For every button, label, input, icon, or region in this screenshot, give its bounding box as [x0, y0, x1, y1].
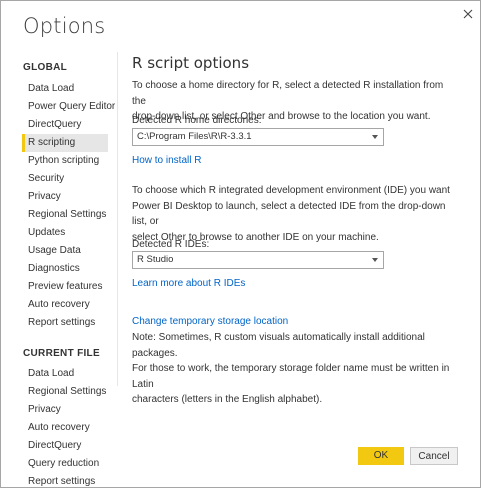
sidebar-item-file-data-load[interactable]: Data Load	[22, 365, 108, 383]
home-directory-label: Detected R home directories:	[132, 115, 262, 126]
section-header-global: GLOBAL	[23, 62, 68, 73]
sidebar-item-usage-data[interactable]: Usage Data	[22, 242, 108, 260]
ide-line: To choose which R integrated development…	[132, 185, 450, 196]
cancel-button[interactable]: Cancel	[410, 447, 458, 465]
sidebar-item-python-scripting[interactable]: Python scripting	[22, 152, 108, 170]
dialog-title: Options	[23, 14, 106, 38]
sidebar-item-report-settings[interactable]: Report settings	[22, 314, 108, 332]
learn-more-r-ides-link[interactable]: Learn more about R IDEs	[132, 278, 245, 289]
sidebar-item-power-query-editor[interactable]: Power Query Editor	[22, 98, 115, 116]
sidebar-item-diagnostics[interactable]: Diagnostics	[22, 260, 108, 278]
sidebar-item-security[interactable]: Security	[22, 170, 108, 188]
ide-text: To choose which R integrated development…	[132, 183, 452, 245]
sidebar-item-directquery[interactable]: DirectQuery	[22, 116, 108, 134]
sidebar-item-file-auto-recovery[interactable]: Auto recovery	[22, 419, 108, 437]
ide-dropdown[interactable]: R Studio	[132, 251, 384, 269]
chevron-down-icon	[372, 258, 378, 262]
sidebar-item-r-scripting[interactable]: R scripting	[22, 134, 108, 152]
sidebar-item-file-privacy[interactable]: Privacy	[22, 401, 108, 419]
note-line: For those to work, the temporary storage…	[132, 363, 450, 390]
close-icon	[463, 9, 473, 19]
ok-button[interactable]: OK	[358, 447, 404, 465]
home-directory-dropdown[interactable]: C:\Program Files\R\R-3.3.1	[132, 128, 384, 146]
sidebar-divider	[117, 52, 118, 386]
note-line: characters (letters in the English alpha…	[132, 394, 323, 405]
sidebar-item-file-regional-settings[interactable]: Regional Settings	[22, 383, 108, 401]
how-to-install-r-link[interactable]: How to install R	[132, 155, 201, 166]
sidebar-item-data-load[interactable]: Data Load	[22, 80, 108, 98]
page-title: R script options	[132, 54, 250, 72]
home-directory-value: C:\Program Files\R\R-3.3.1	[137, 131, 252, 142]
intro-line: To choose a home directory for R, select…	[132, 80, 444, 107]
sidebar-item-preview-features[interactable]: Preview features	[22, 278, 108, 296]
ide-label: Detected R IDEs:	[132, 239, 210, 250]
change-temp-storage-link[interactable]: Change temporary storage location	[132, 316, 288, 327]
note-line: Note: Sometimes, R custom visuals automa…	[132, 332, 425, 359]
ide-line: Power BI Desktop to launch, select a det…	[132, 200, 446, 228]
close-button[interactable]	[460, 6, 476, 22]
sidebar-item-regional-settings[interactable]: Regional Settings	[22, 206, 108, 224]
sidebar-item-file-report-settings[interactable]: Report settings	[22, 473, 108, 491]
section-header-current-file: CURRENT FILE	[23, 348, 100, 359]
chevron-down-icon	[372, 135, 378, 139]
sidebar-item-privacy[interactable]: Privacy	[22, 188, 108, 206]
sidebar-item-file-query-reduction[interactable]: Query reduction	[22, 455, 108, 473]
ide-value: R Studio	[137, 254, 174, 265]
sidebar-item-file-directquery[interactable]: DirectQuery	[22, 437, 108, 455]
note-text: Note: Sometimes, R custom visuals automa…	[132, 330, 452, 408]
sidebar-item-updates[interactable]: Updates	[22, 224, 108, 242]
sidebar-item-auto-recovery[interactable]: Auto recovery	[22, 296, 108, 314]
